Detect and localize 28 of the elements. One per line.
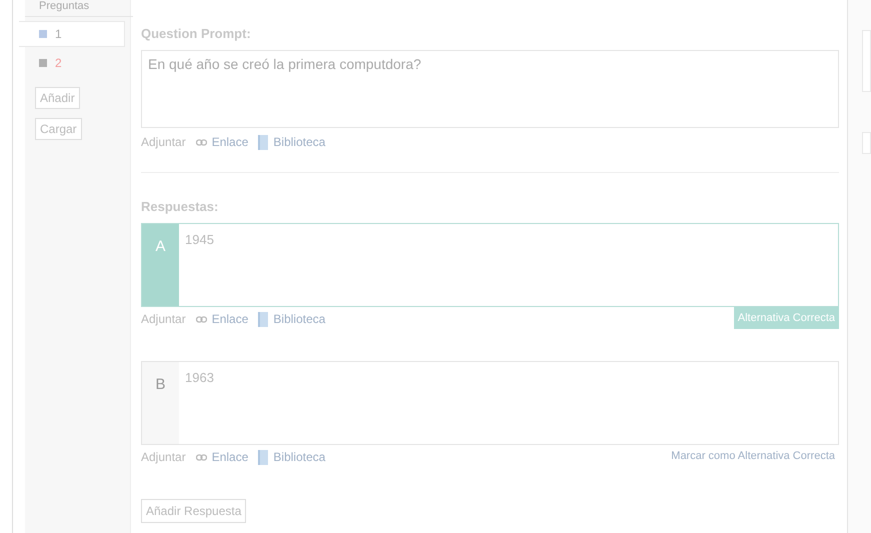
attach-label: Adjuntar	[141, 135, 186, 149]
book-icon	[258, 134, 268, 150]
book-icon	[258, 450, 268, 464]
add-answer-button[interactable]: Añadir Respuesta	[141, 499, 246, 523]
sidebar-heading: Preguntas	[25, 0, 133, 17]
link-button[interactable]: Enlace	[196, 312, 248, 326]
sidebar-button[interactable]: Cargar	[35, 118, 82, 140]
question-tab[interactable]: 2	[25, 51, 130, 75]
attach-label: Adjuntar	[141, 450, 186, 464]
attach-label: Adjuntar	[141, 312, 186, 326]
answer-field[interactable]: A 1945	[141, 223, 839, 307]
link-button[interactable]: Enlace	[196, 450, 248, 464]
answer-field[interactable]: B 1963	[141, 361, 839, 445]
mark-correct-link[interactable]: Marcar como Alternativa Correcta	[671, 445, 835, 462]
correct-answer-badge: Alternativa Correcta	[734, 307, 839, 329]
library-button[interactable]: Biblioteca	[258, 450, 326, 464]
sidebar-button[interactable]: Añadir	[35, 87, 80, 109]
chain-link-icon	[196, 138, 207, 146]
chain-link-icon	[196, 316, 207, 322]
prompt-field[interactable]: En qué año se creó la primera computdora?	[141, 50, 839, 128]
answer-letter: A	[142, 224, 179, 306]
library-button[interactable]: Biblioteca	[258, 312, 326, 326]
book-icon	[258, 312, 268, 326]
chain-link-icon	[196, 454, 207, 460]
answer-letter: B	[142, 362, 179, 444]
library-button[interactable]: Biblioteca	[258, 134, 326, 150]
question-tab[interactable]: 1	[19, 21, 125, 47]
link-button[interactable]: Enlace	[196, 135, 248, 149]
